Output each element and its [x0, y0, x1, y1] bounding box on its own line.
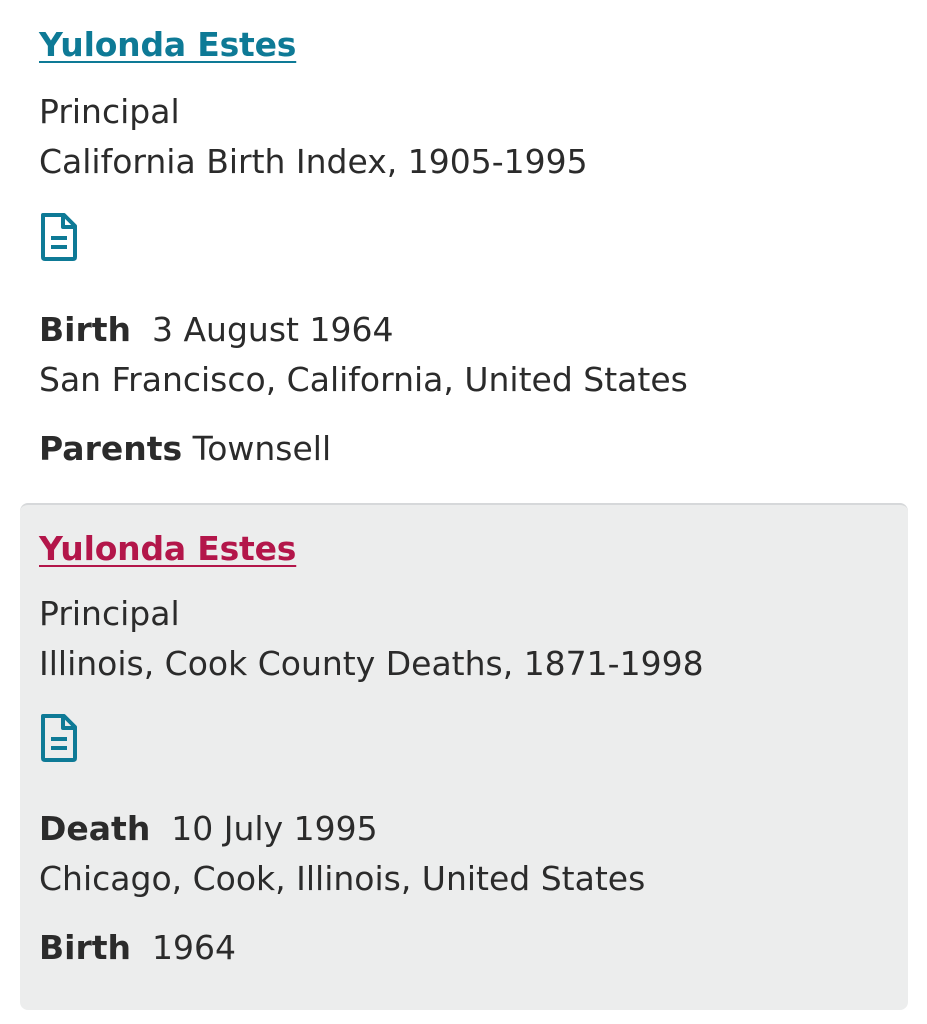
- event-label: Birth: [39, 928, 132, 967]
- event-birth: Birth 3 August 1964: [39, 310, 393, 350]
- record-card: Yulonda Estes Principal California Birth…: [20, 0, 908, 496]
- event-label: Birth: [39, 310, 132, 349]
- record-collection: California Birth Index, 1905-1995: [39, 142, 588, 181]
- event-death: Death 10 July 1995: [39, 809, 378, 849]
- record-collection: Illinois, Cook County Deaths, 1871-1998: [39, 644, 704, 683]
- event-birth: Birth 1964: [39, 928, 236, 968]
- event-date: 10 July 1995: [171, 809, 378, 848]
- event-place: Chicago, Cook, Illinois, United States: [39, 859, 646, 898]
- record-role: Principal: [39, 92, 180, 131]
- event-date: 3 August 1964: [152, 310, 394, 349]
- record-card-highlighted: Yulonda Estes Principal Illinois, Cook C…: [20, 503, 908, 1010]
- record-name-link[interactable]: Yulonda Estes: [39, 25, 296, 65]
- event-value: Townsell: [192, 429, 332, 468]
- event-place: San Francisco, California, United States: [39, 360, 688, 399]
- event-value: 1964: [152, 928, 236, 967]
- event-label: Parents: [39, 429, 183, 468]
- record-name-link[interactable]: Yulonda Estes: [39, 529, 296, 569]
- document-icon[interactable]: [39, 713, 79, 763]
- event-label: Death: [39, 809, 151, 848]
- record-role: Principal: [39, 594, 180, 633]
- search-results-page: Yulonda Estes Principal California Birth…: [0, 0, 927, 1024]
- document-icon[interactable]: [39, 212, 79, 262]
- event-parents: Parents Townsell: [39, 429, 331, 469]
